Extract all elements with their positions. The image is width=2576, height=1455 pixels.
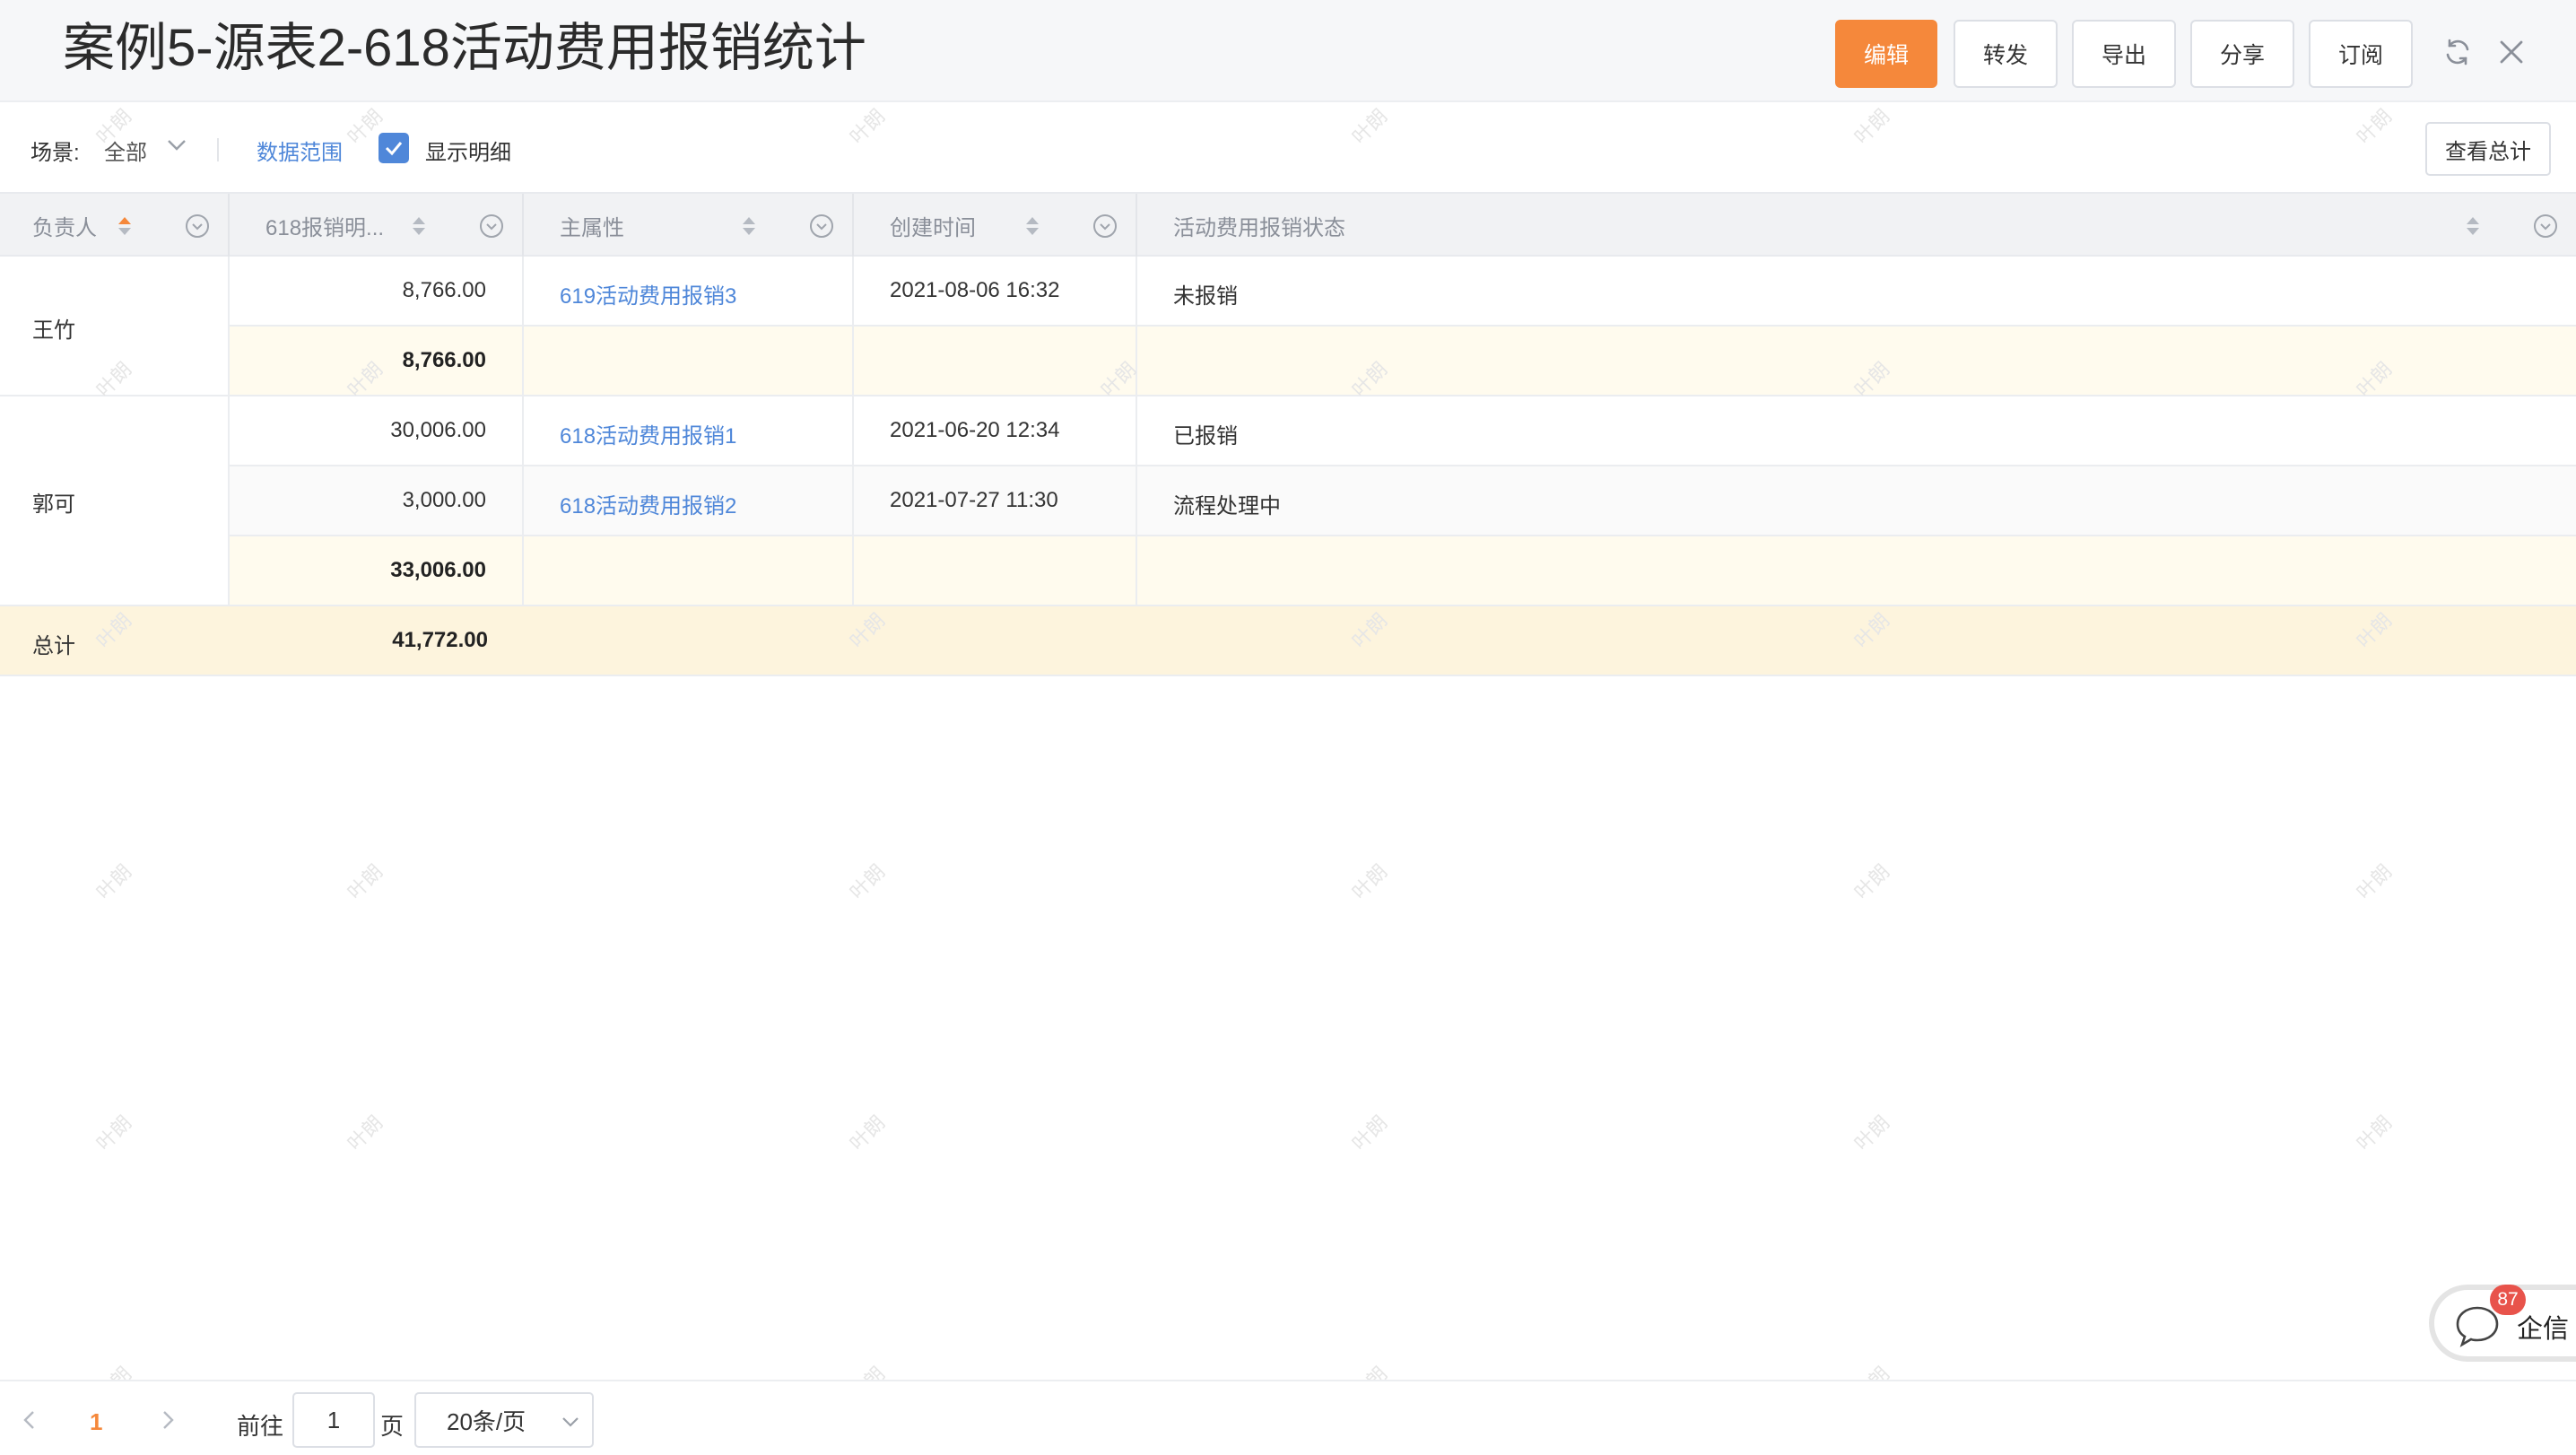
watermark: 叶朗 [2352,859,2397,904]
column-header-status[interactable]: 活动费用报销状态 [1173,194,1345,257]
table-header: 负责人 618报销明... 主属性 创建时间 活动费用报销状态 [0,192,2576,257]
scene-label: 场景: [30,141,80,165]
export-button[interactable]: 导出 [2072,20,2176,88]
row-divider [230,465,2576,466]
subscribe-button[interactable]: 订阅 [2309,20,2413,88]
row-divider [0,605,2576,606]
row-divider [230,325,2576,327]
scene-select[interactable]: 全部 [104,135,147,166]
total-label: 总计 [32,634,75,658]
subtotal-cell: 33,006.00 [390,558,486,582]
close-icon[interactable] [2492,32,2531,72]
check-icon [385,142,403,156]
data-range-link[interactable]: 数据范围 [257,135,343,166]
column-menu-icon[interactable] [1092,213,1118,239]
column-divider [1136,194,1137,257]
row-divider [0,675,2576,676]
page-input[interactable] [292,1392,375,1448]
goto-label: 前往 [237,1413,284,1440]
column-menu-icon[interactable] [185,213,210,239]
total-cell: 41,772.00 [392,628,488,652]
filter-toolbar: 场景: 全部 数据范围 显示明细 查看总计 [0,102,2576,192]
watermark: 叶朗 [91,859,136,904]
subtotal-cell: 8,766.00 [402,348,486,372]
status-cell: 流程处理中 [1173,494,1281,518]
column-header-main-attr[interactable]: 主属性 [560,194,624,257]
watermark: 叶朗 [343,1111,387,1155]
owner-cell: 王竹 [32,318,75,343]
amount-cell: 3,000.00 [402,488,486,512]
watermark: 叶朗 [845,1111,890,1155]
chevron-down-icon [562,1417,579,1427]
column-header-amount[interactable]: 618报销明... [265,194,384,257]
watermark: 叶朗 [1347,859,1392,904]
view-total-button[interactable]: 查看总计 [2425,122,2551,176]
row-divider [230,535,2576,536]
report-header: 案例5-源表2-618活动费用报销统计 编辑 转发 导出 分享 订阅 [0,0,2576,102]
chevron-down-icon[interactable] [167,138,187,157]
watermark: 叶朗 [91,1111,136,1155]
subtotal-row-bg [230,327,2576,395]
column-menu-icon[interactable] [2533,213,2558,239]
chat-widget[interactable]: 87 企信 [2429,1285,2576,1362]
sort-icon[interactable] [1024,215,1040,237]
sort-icon[interactable] [741,215,757,237]
subtotal-row-bg [230,536,2576,605]
page-number-current[interactable]: 1 [90,1408,102,1436]
watermark: 叶朗 [1849,859,1894,904]
toolbar-divider [217,138,219,161]
edit-button[interactable]: 编辑 [1835,20,1937,88]
show-detail-checkbox[interactable] [379,133,409,163]
pagination: 1 前往 页 20条/页 [0,1380,2576,1455]
column-header-owner[interactable]: 负责人 [32,194,97,257]
sort-icon[interactable] [2465,215,2481,237]
page-title: 案例5-源表2-618活动费用报销统计 [63,19,866,77]
amount-cell: 30,006.00 [390,418,486,442]
forward-button[interactable]: 转发 [1954,20,2058,88]
created-cell: 2021-08-06 16:32 [890,278,1060,302]
column-menu-icon[interactable] [479,213,504,239]
created-cell: 2021-07-27 11:30 [890,488,1058,512]
status-cell: 已报销 [1173,424,1238,449]
column-menu-icon[interactable] [809,213,834,239]
watermark: 叶朗 [343,859,387,904]
chat-label: 企信 [2517,1315,2570,1344]
column-divider [852,194,854,257]
amount-cell: 8,766.00 [402,278,486,302]
column-divider [852,257,854,605]
watermark: 叶朗 [1347,1111,1392,1155]
record-link[interactable]: 618活动费用报销2 [560,488,736,519]
sort-icon[interactable] [117,215,133,237]
column-header-created[interactable]: 创建时间 [890,194,976,257]
column-divider [522,257,524,605]
watermark: 叶朗 [1849,1111,1894,1155]
prev-page-icon[interactable] [16,1407,43,1433]
column-divider [1136,257,1137,605]
record-link[interactable]: 618活动费用报销1 [560,418,736,449]
column-divider [228,257,230,605]
record-link[interactable]: 619活动费用报销3 [560,278,736,309]
owner-cell: 郭可 [32,492,75,517]
refresh-icon[interactable] [2438,32,2477,72]
page-size-select[interactable]: 20条/页 [414,1392,594,1448]
next-page-icon[interactable] [154,1407,181,1433]
status-cell: 未报销 [1173,284,1238,309]
share-button[interactable]: 分享 [2190,20,2294,88]
created-cell: 2021-06-20 12:34 [890,418,1060,442]
column-divider [522,194,524,257]
show-detail-label: 显示明细 [425,141,511,165]
column-divider [228,194,230,257]
page-suffix-label: 页 [380,1413,405,1440]
sort-icon[interactable] [411,215,427,237]
watermark: 叶朗 [2352,1111,2397,1155]
watermark: 叶朗 [845,859,890,904]
page-size-value: 20条/页 [447,1407,527,1435]
row-divider [0,395,2576,396]
